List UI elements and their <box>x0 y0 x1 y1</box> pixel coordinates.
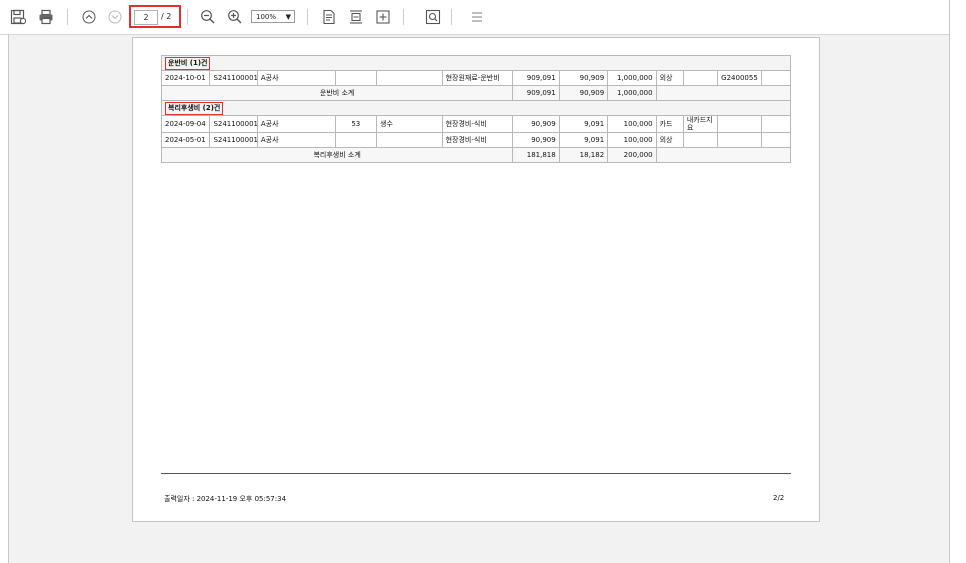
zoom-select[interactable]: 100% ▼ <box>251 10 295 23</box>
report-table: 운반비 (1)건 2024-10-01 S241100001 A공사 현장원재료… <box>160 55 792 163</box>
cell-type: 카드 <box>655 115 684 133</box>
print-datetime: 출력일자 : 2024-11-19 오후 05:57:34 <box>164 495 287 503</box>
subtotal-supply: 181,818 <box>512 147 560 163</box>
export-icon[interactable] <box>374 8 392 26</box>
cell-blank <box>760 132 792 148</box>
zoom-in-icon[interactable] <box>226 8 244 26</box>
search-icon[interactable] <box>424 8 442 26</box>
save-icon[interactable] <box>9 8 27 26</box>
cell-supply: 909,091 <box>512 70 560 86</box>
subtotal-label: 운반비 소계 <box>160 85 514 101</box>
cell-item <box>376 70 443 86</box>
table-row: 2024-10-01 S241100001 A공사 현장원재료-운반비 909,… <box>160 70 792 86</box>
cell-item <box>376 132 443 148</box>
subtotal-vat: 90,909 <box>558 85 609 101</box>
cell-date: 2024-10-01 <box>160 70 211 86</box>
cell-type: 외상 <box>655 70 684 86</box>
cell-total: 1,000,000 <box>607 70 657 86</box>
table-row: 2024-05-01 S241100001 A공사 현장경비-식비 90,909… <box>160 132 792 148</box>
chevron-up-icon[interactable] <box>80 8 98 26</box>
cell-note: 내카드지요 <box>682 115 719 133</box>
subtotal-total: 1,000,000 <box>607 85 657 101</box>
section-title: 복리후생비 (2)건 <box>165 101 224 115</box>
cell-account: 현장원재료-운반비 <box>441 70 514 86</box>
section-header-welfare: 복리후생비 (2)건 <box>161 100 791 116</box>
cell-note <box>682 70 719 86</box>
section-title: 운반비 (1)건 <box>165 56 211 70</box>
page-number-input[interactable]: 2 <box>134 10 158 25</box>
cell-type: 외상 <box>655 132 684 148</box>
cell-code: S241100001 <box>209 115 258 133</box>
cell-doc <box>717 115 762 133</box>
report-page: 운반비 (1)건 2024-10-01 S241100001 A공사 현장원재료… <box>132 37 820 522</box>
cell-blank <box>760 115 792 133</box>
cell-account: 현장경비-식비 <box>441 115 514 133</box>
subtotal-label: 복리후생비 소계 <box>160 147 514 163</box>
cell-total: 100,000 <box>607 132 657 148</box>
cell-doc <box>717 132 762 148</box>
cell-date: 2024-09-04 <box>160 115 211 133</box>
cell-doc: G2400055 <box>717 70 762 86</box>
cell-vat: 9,091 <box>558 115 609 133</box>
chevron-down-icon: ▼ <box>285 13 291 21</box>
footer-divider <box>161 473 791 474</box>
cell-vat: 9,091 <box>558 132 609 148</box>
cell-code: S241100001 <box>209 70 258 86</box>
print-icon[interactable] <box>37 8 55 26</box>
cell-blank <box>760 70 792 86</box>
table-row: 2024-09-04 S241100001 A공사 53 생수 현장경비-식비 … <box>160 115 792 133</box>
cell-vendor: A공사 <box>256 115 336 133</box>
cell-vendor: A공사 <box>256 70 336 86</box>
viewer-toolbar: 2 / 2 100% ▼ <box>0 0 949 35</box>
cell-vat: 90,909 <box>558 70 609 86</box>
cell-qty <box>334 70 378 86</box>
subtotal-blank <box>655 147 792 163</box>
cell-supply: 90,909 <box>512 132 560 148</box>
fit-width-icon[interactable] <box>347 8 365 26</box>
cell-qty: 53 <box>334 115 378 133</box>
cell-total: 100,000 <box>607 115 657 133</box>
toolbar-separator <box>451 9 452 25</box>
cell-date: 2024-05-01 <box>160 132 211 148</box>
subtotal-row: 운반비 소계 909,091 90,909 1,000,000 <box>160 85 792 101</box>
viewer-window: 2 / 2 100% ▼ 운반비 (1)건 2024-10-01 S241100… <box>0 0 950 563</box>
zoom-value: 100% <box>256 13 277 21</box>
cell-supply: 90,909 <box>512 115 560 133</box>
subtotal-vat: 18,182 <box>558 147 609 163</box>
cell-code: S241100001 <box>209 132 258 148</box>
section-header-transport: 운반비 (1)건 <box>161 55 791 71</box>
toolbar-separator <box>403 9 404 25</box>
fit-page-icon[interactable] <box>320 8 338 26</box>
chevron-down-icon[interactable] <box>106 8 124 26</box>
toolbar-separator <box>187 9 188 25</box>
page-total: / 2 <box>161 12 172 21</box>
subtotal-supply: 909,091 <box>512 85 560 101</box>
zoom-out-icon[interactable] <box>199 8 217 26</box>
toolbar-separator <box>67 9 68 25</box>
cell-qty <box>334 132 378 148</box>
cell-account: 현장경비-식비 <box>441 132 514 148</box>
toolbar-separator <box>307 9 308 25</box>
cell-vendor: A공사 <box>256 132 336 148</box>
cell-note <box>682 132 719 148</box>
page-indicator: 2/2 <box>773 494 785 502</box>
menu-icon[interactable] <box>468 8 486 26</box>
subtotal-blank <box>655 85 792 101</box>
cell-item: 생수 <box>376 115 443 133</box>
subtotal-row: 복리후생비 소계 181,818 18,182 200,000 <box>160 147 792 163</box>
subtotal-total: 200,000 <box>607 147 657 163</box>
